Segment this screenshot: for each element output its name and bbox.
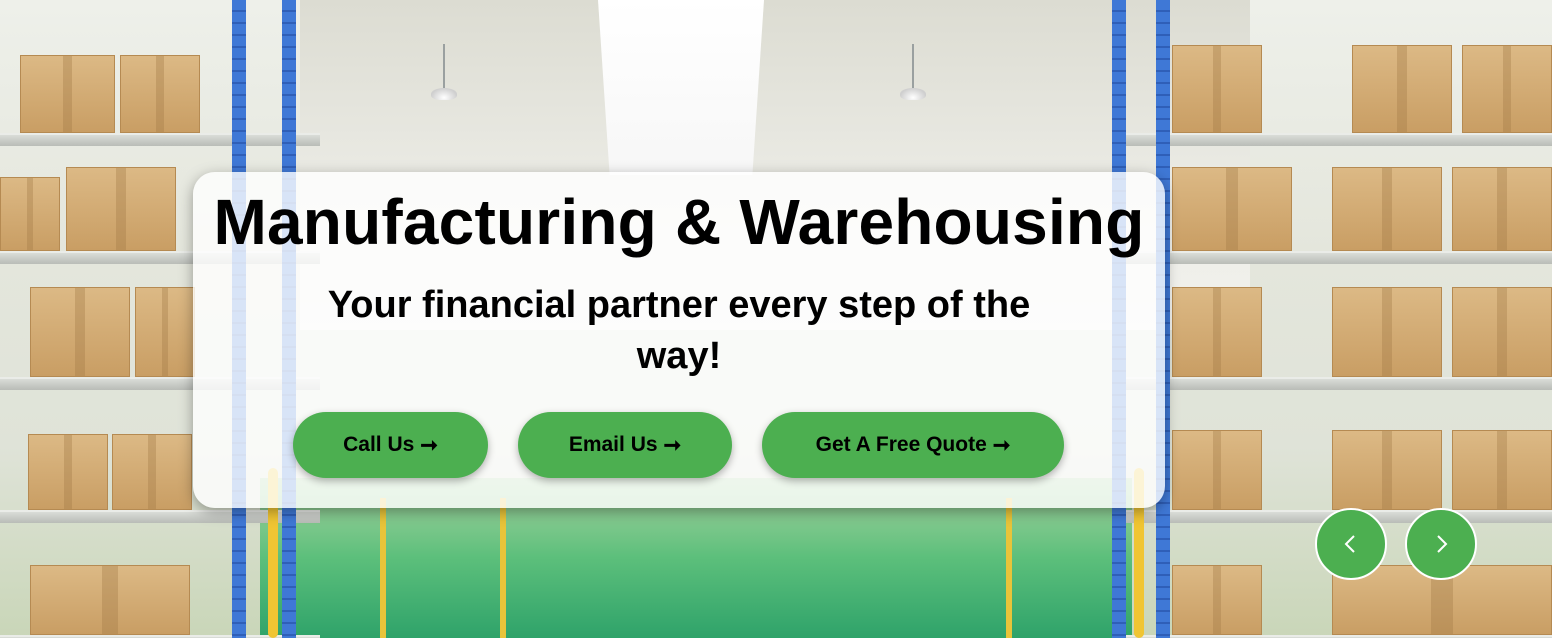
skylight xyxy=(598,0,764,175)
ceiling-lamp xyxy=(900,44,926,100)
call-us-label: Call Us xyxy=(343,433,415,456)
carousel-next-button[interactable] xyxy=(1405,508,1477,580)
ceiling-lamp xyxy=(431,44,457,100)
arrow-right-icon: ➞ xyxy=(663,433,682,457)
hero-title: Manufacturing & Warehousing xyxy=(213,186,1145,258)
email-us-button[interactable]: Email Us ➞ xyxy=(518,412,732,478)
free-quote-button[interactable]: Get A Free Quote ➞ xyxy=(762,412,1064,478)
hero-subtitle: Your financial partner every step of the… xyxy=(327,284,1031,377)
call-us-button[interactable]: Call Us ➞ xyxy=(293,412,488,478)
hero-card: Manufacturing & Warehousing Your financi… xyxy=(193,172,1165,508)
email-us-label: Email Us xyxy=(568,433,658,456)
carousel-prev-button[interactable] xyxy=(1315,508,1387,580)
chevron-right-icon xyxy=(1437,535,1448,553)
chevron-left-icon xyxy=(1344,535,1355,553)
arrow-right-icon: ➞ xyxy=(992,433,1011,457)
free-quote-label: Get A Free Quote xyxy=(815,433,987,456)
arrow-right-icon: ➞ xyxy=(420,433,438,457)
